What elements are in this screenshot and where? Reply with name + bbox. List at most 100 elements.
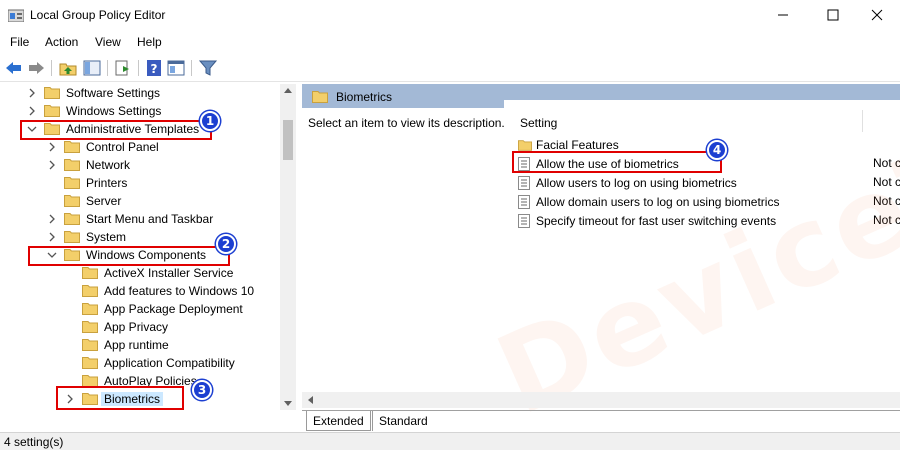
step-badge-3: 3 <box>192 380 212 400</box>
status-text: 4 setting(s) <box>4 435 64 449</box>
tree-item-label: Control Panel <box>86 140 159 154</box>
properties-icon[interactable] <box>166 58 186 78</box>
highlight-windows-components <box>28 246 230 266</box>
scroll-down-icon[interactable] <box>284 401 292 407</box>
highlight-administrative-templates <box>20 120 212 140</box>
column-separator <box>862 110 863 132</box>
maximize-button[interactable] <box>810 0 856 30</box>
policy-setting-icon <box>518 176 530 190</box>
close-button[interactable] <box>854 0 900 30</box>
folder-icon <box>44 87 60 99</box>
toolbar-separator <box>191 60 192 76</box>
policy-setting-icon <box>518 214 530 228</box>
scroll-left-icon[interactable] <box>307 396 313 404</box>
chevron-right-icon[interactable] <box>46 213 58 225</box>
description-text: Select an item to view its description. <box>308 116 505 130</box>
up-folder-icon[interactable] <box>58 58 78 78</box>
toolbar-separator <box>138 60 139 76</box>
details-pane: Biometrics Select an item to view its de… <box>302 84 900 412</box>
title-bar: Local Group Policy Editor <box>0 0 900 30</box>
folder-icon <box>64 231 80 243</box>
chevron-right-icon[interactable] <box>46 159 58 171</box>
setting-label: Allow domain users to log on using biome… <box>536 195 780 209</box>
setting-label: Facial Features <box>536 138 619 152</box>
setting-label: Allow users to log on using biometrics <box>536 176 737 190</box>
folder-icon <box>64 213 80 225</box>
folder-icon <box>64 195 80 207</box>
toolbar: ? <box>0 54 900 82</box>
folder-icon <box>64 159 80 171</box>
folder-icon <box>82 321 98 333</box>
help-icon[interactable]: ? <box>144 58 164 78</box>
setting-state: Not c <box>873 194 900 208</box>
menu-file[interactable]: File <box>10 35 29 49</box>
close-icon <box>871 9 883 21</box>
menu-action[interactable]: Action <box>45 35 78 49</box>
chevron-right-icon[interactable] <box>46 141 58 153</box>
group-policy-app-icon <box>8 9 24 22</box>
step-badge-2: 2 <box>216 234 236 254</box>
show-hide-tree-icon[interactable] <box>82 58 102 78</box>
back-arrow-icon[interactable] <box>4 58 24 78</box>
folder-icon <box>82 339 98 351</box>
highlight-allow-biometrics <box>512 151 722 173</box>
menu-help[interactable]: Help <box>137 35 162 49</box>
tab-extended[interactable]: Extended <box>306 411 371 431</box>
scroll-up-icon[interactable] <box>284 87 292 93</box>
folder-icon <box>44 105 60 117</box>
menu-bar: File Action View Help <box>0 31 900 53</box>
folder-icon <box>312 91 328 103</box>
folder-icon <box>82 303 98 315</box>
chevron-right-icon[interactable] <box>26 105 38 117</box>
tree-item-label: Printers <box>86 176 128 190</box>
folder-icon <box>518 140 532 151</box>
setting-state: Not c <box>873 156 900 170</box>
forward-arrow-icon[interactable] <box>26 58 46 78</box>
minimize-button[interactable] <box>760 0 806 30</box>
folder-icon <box>82 357 98 369</box>
chevron-right-icon[interactable] <box>26 87 38 99</box>
minimize-icon <box>778 14 788 16</box>
setting-label: Specify timeout for fast user switching … <box>536 214 777 228</box>
scrollbar-thumb[interactable] <box>283 120 293 160</box>
toolbar-separator <box>51 60 52 76</box>
tree-item-label: App Privacy <box>104 320 169 334</box>
tab-standard[interactable]: Standard <box>372 411 434 431</box>
tree-pane: Software Settings Windows Settings Admin… <box>0 84 296 410</box>
folder-icon <box>64 141 80 153</box>
status-bar: 4 setting(s) <box>0 432 900 450</box>
tree-item-label: Start Menu and Taskbar <box>86 212 214 226</box>
tree-item-label: ActiveX Installer Service <box>104 266 234 280</box>
tree-item-label: Server <box>86 194 122 208</box>
policy-setting-icon <box>518 195 530 209</box>
settings-list: Setting Facial Features Allow the use of… <box>504 100 900 396</box>
chevron-right-icon[interactable] <box>46 231 58 243</box>
setting-state: Not c <box>873 175 900 189</box>
toolbar-separator <box>107 60 108 76</box>
window-title: Local Group Policy Editor <box>30 8 166 22</box>
svg-text:?: ? <box>151 62 158 76</box>
folder-icon <box>64 177 80 189</box>
view-tabs: Extended Standard <box>302 410 900 432</box>
folder-icon <box>82 267 98 279</box>
export-list-icon[interactable] <box>113 58 133 78</box>
filter-icon[interactable] <box>198 58 218 78</box>
column-header-setting[interactable]: Setting <box>520 116 557 130</box>
folder-icon <box>82 285 98 297</box>
tree-item-label: Add features to Windows 10 <box>104 284 255 298</box>
tree-item-label: Application Compatibility <box>104 356 235 370</box>
tree-vertical-scrollbar[interactable] <box>280 84 296 410</box>
maximize-icon <box>827 9 839 21</box>
details-header-title: Biometrics <box>336 90 393 104</box>
menu-view[interactable]: View <box>95 35 121 49</box>
details-horizontal-scrollbar[interactable] <box>302 392 900 408</box>
tree-item-label: Windows Settings <box>66 104 162 118</box>
setting-state: Not c <box>873 213 900 227</box>
tree-item-label: System <box>86 230 127 244</box>
step-badge-4: 4 <box>707 140 727 160</box>
tree-item-label: App Package Deployment <box>104 302 243 316</box>
tree-item-label: App runtime <box>104 338 169 352</box>
tree-item-label: Software Settings <box>66 86 161 100</box>
step-badge-1: 1 <box>200 111 220 131</box>
tree-item-label: Network <box>86 158 131 172</box>
